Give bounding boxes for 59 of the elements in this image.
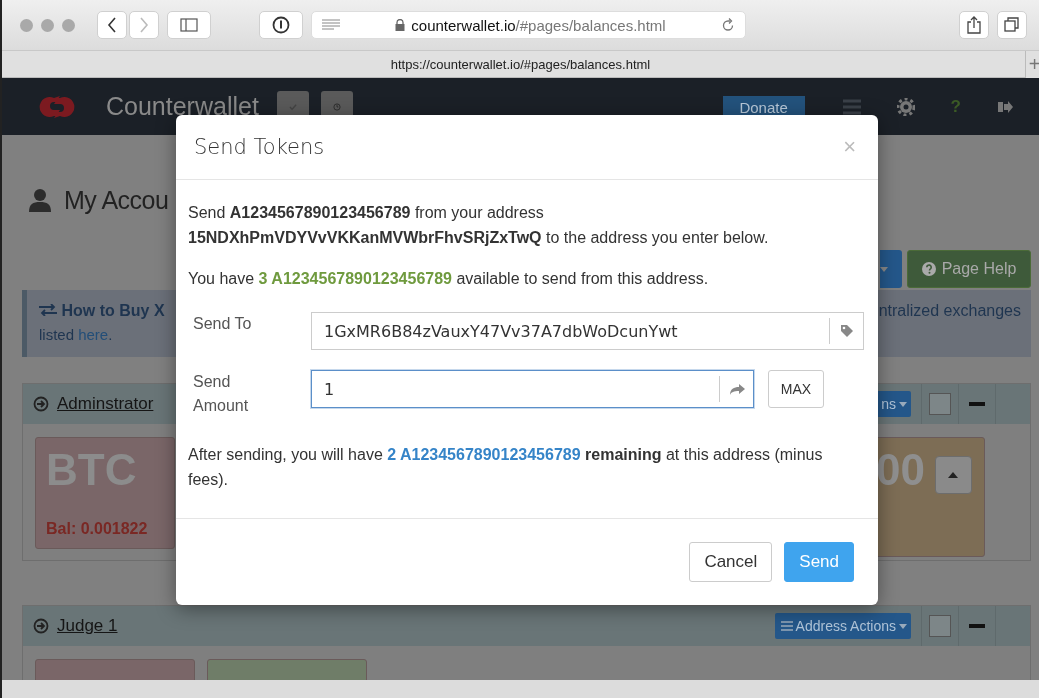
sidebar-button[interactable] xyxy=(167,11,211,39)
tag-icon xyxy=(839,324,854,338)
brand-name: Counterwallet xyxy=(106,92,259,121)
password-button[interactable] xyxy=(259,11,303,39)
share-icon xyxy=(967,16,981,34)
dropdown-button[interactable] xyxy=(880,250,902,288)
send-button[interactable]: Send xyxy=(784,542,854,582)
minimize-window-button[interactable] xyxy=(41,18,54,32)
page-heading: My Accou xyxy=(64,185,169,215)
curved-arrow-icon xyxy=(728,383,745,395)
asset-amount: 00 xyxy=(876,446,925,495)
sidebar-icon xyxy=(180,18,198,32)
arrow-circle-icon xyxy=(33,396,49,412)
select-checkbox[interactable] xyxy=(929,615,951,637)
share-button[interactable] xyxy=(959,11,989,39)
back-icon xyxy=(107,17,117,33)
available-text: You have 3 A1234567890123456789 available to send from this address. xyxy=(188,270,710,288)
settings-icon[interactable] xyxy=(896,97,915,116)
question-circle-icon xyxy=(921,262,936,276)
tab-title[interactable]: https://counterwallet.io/#pages/balances.html xyxy=(390,56,651,72)
keyhole-icon xyxy=(272,16,290,34)
cancel-button[interactable]: Cancel xyxy=(689,542,773,582)
user-icon xyxy=(28,188,52,212)
tabs-button[interactable] xyxy=(997,11,1027,39)
address-bar[interactable]: counterwallet.io/#pages/balances.html xyxy=(311,11,746,39)
arrow-circle-icon xyxy=(33,618,49,634)
caret-icon xyxy=(899,401,907,407)
caret-icon xyxy=(880,266,888,272)
alert-title: How to Buy X xyxy=(39,302,165,320)
select-checkbox[interactable] xyxy=(929,393,951,415)
tabs-icon xyxy=(1004,17,1020,33)
new-tab-button[interactable]: + xyxy=(1025,51,1039,78)
address-actions-button[interactable]: Address Actions xyxy=(774,613,911,639)
page-help-button[interactable]: Page Help xyxy=(907,250,1031,288)
expand-button[interactable] xyxy=(934,456,972,494)
remaining-text: After sending, you will have 2 A1234567890123456789 remaining at this address (minus fees). xyxy=(188,445,824,490)
address-name-link[interactable]: Judge 1 xyxy=(57,616,118,636)
menu-icon[interactable] xyxy=(842,98,861,115)
caret-up-icon xyxy=(948,472,959,478)
lock-icon xyxy=(395,19,406,31)
alert-text: listed here. xyxy=(39,326,113,343)
alert-text: ntralized exchanges xyxy=(878,302,1021,320)
dialog-title: Send Tokens xyxy=(194,135,325,159)
intro-text: Send A1234567890123456789 from your address 15NDXhPmVDYVvVKKanMVWbrFhvSRjZxTwQ to the address you enter below. xyxy=(188,203,770,248)
address-name-link[interactable]: Adminstrator xyxy=(57,394,154,414)
swap-arrows-icon xyxy=(39,304,57,316)
menu-icon xyxy=(780,621,793,631)
url-text: counterwallet.io/#pages/balances.html xyxy=(411,16,666,34)
field-label: Send Amount xyxy=(192,372,250,416)
reader-icon xyxy=(322,19,340,31)
max-button[interactable]: MAX xyxy=(768,370,824,408)
asset-balance: Bal: 0.001822 xyxy=(46,520,149,538)
close-window-button[interactable] xyxy=(20,18,33,32)
back-button[interactable] xyxy=(97,11,127,39)
forward-icon xyxy=(139,17,149,33)
field-label: Send To xyxy=(192,314,253,334)
caret-icon xyxy=(899,623,907,629)
zoom-window-button[interactable] xyxy=(62,18,75,32)
reload-icon[interactable] xyxy=(721,17,735,33)
